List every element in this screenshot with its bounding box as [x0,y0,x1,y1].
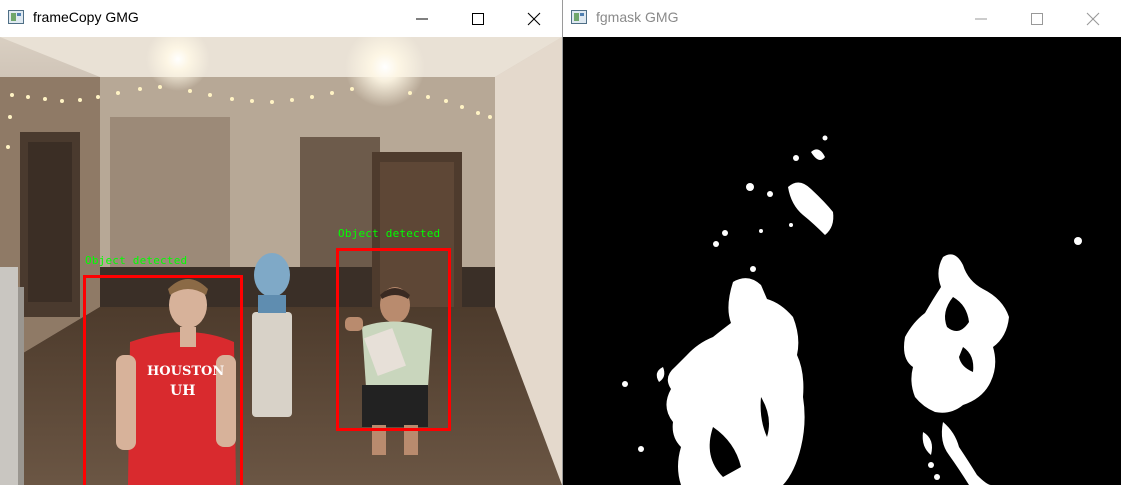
minimize-button[interactable] [953,0,1009,37]
detection-box-1 [83,275,243,485]
window-title: frameCopy GMG [33,9,139,25]
app-icon [571,10,587,24]
maximize-button[interactable] [450,0,506,37]
close-button[interactable] [1065,0,1121,37]
fgmask-window[interactable]: fgmask GMG [563,0,1121,485]
maximize-icon [472,13,484,25]
close-icon [1086,12,1100,26]
app-icon [8,10,24,24]
window-title: fgmask GMG [596,9,679,25]
detection-label-2: Object detected [338,227,441,240]
framecopy-window[interactable]: frameCopy GMG HOUSTON UH Object detected… [0,0,562,485]
minimize-button[interactable] [394,0,450,37]
detection-label-1: Object detected [85,254,188,267]
detection-box-2 [336,248,451,431]
mask-blobs [622,135,1082,485]
close-button[interactable] [506,0,562,37]
title-bar[interactable]: fgmask GMG [563,0,1121,37]
maximize-button[interactable] [1009,0,1065,37]
foreground-mask [563,37,1121,485]
title-bar[interactable]: frameCopy GMG [0,0,562,37]
minimize-icon [975,18,987,20]
video-frame: HOUSTON UH Object detected Object detect… [0,37,562,485]
maximize-icon [1031,13,1043,25]
close-icon [527,12,541,26]
minimize-icon [416,18,428,20]
